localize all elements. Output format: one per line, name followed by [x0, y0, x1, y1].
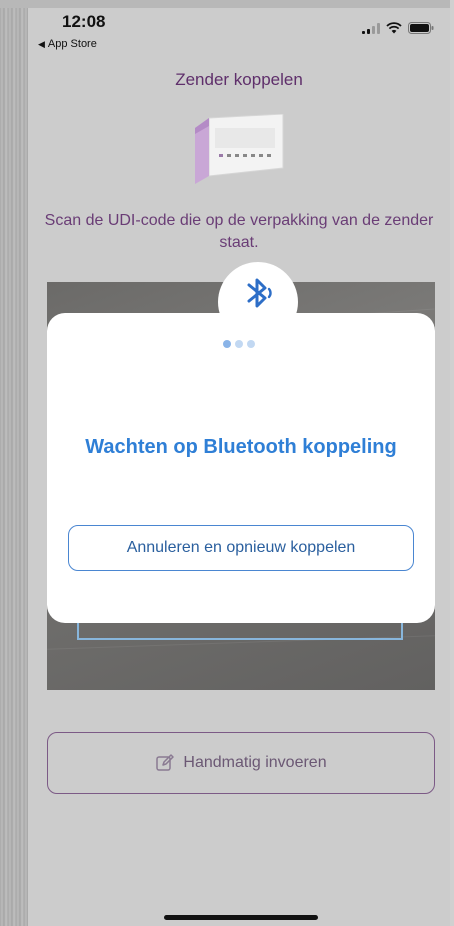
- wifi-icon: [386, 22, 402, 34]
- bluetooth-pairing-dialog: [47, 313, 435, 623]
- scan-instruction: Scan de UDI-code die op de verpakking va…: [44, 212, 434, 251]
- product-box-image: [195, 114, 284, 184]
- back-arrow-icon: ◀: [38, 39, 45, 49]
- status-bar: 12:08 ◀ App Store: [28, 8, 450, 58]
- dialog-heading: Wachten op Bluetooth koppeling: [85, 436, 397, 458]
- background-frame-left: [0, 0, 28, 926]
- progress-dot: [247, 340, 255, 348]
- battery-icon: [408, 22, 434, 34]
- status-icons: [362, 22, 434, 34]
- manual-entry-label: Handmatig invoeren: [183, 754, 327, 771]
- progress-dot: [223, 340, 231, 348]
- cancel-and-retry-button[interactable]: Annuleren en opnieuw koppelen: [68, 525, 414, 571]
- back-app-label: App Store: [47, 38, 97, 50]
- home-indicator[interactable]: [164, 915, 318, 920]
- background-frame-top: [0, 0, 454, 8]
- status-time: 12:08: [62, 12, 106, 31]
- bluetooth-icon: [247, 278, 272, 308]
- signal-icon: [362, 23, 380, 34]
- back-to-app-store-link[interactable]: ◀ App Store: [38, 38, 97, 50]
- background-frame-right: [450, 0, 454, 926]
- edit-icon: [156, 754, 175, 771]
- page-title: Zender koppelen: [175, 70, 303, 89]
- phone-screen: 12:08 ◀ App Store Zender koppelen Scan d…: [28, 8, 450, 926]
- progress-dots: [28, 340, 450, 348]
- progress-dot: [235, 340, 243, 348]
- manual-entry-button[interactable]: Handmatig invoeren: [47, 732, 435, 794]
